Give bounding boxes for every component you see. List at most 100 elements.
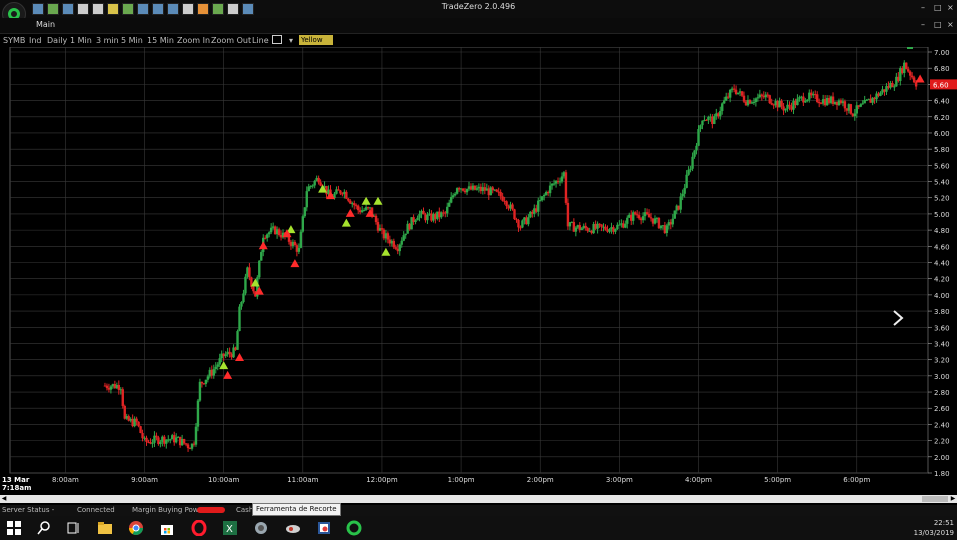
scroll-left-icon[interactable]: ◀ bbox=[0, 495, 8, 503]
y-tick-label: 3.60 bbox=[934, 324, 950, 332]
y-tick-label: 1.80 bbox=[934, 470, 950, 478]
dropdown-arrow-icon[interactable]: ▾ bbox=[289, 36, 293, 45]
connection-status: Connected bbox=[77, 506, 115, 514]
color-select[interactable]: Yellow bbox=[299, 35, 333, 45]
candle-body bbox=[584, 225, 587, 229]
candle-body bbox=[155, 435, 158, 438]
candle-body bbox=[301, 216, 305, 232]
calendar-app-icon[interactable] bbox=[316, 520, 332, 536]
scroll-thumb[interactable] bbox=[922, 496, 948, 502]
candle-body bbox=[673, 210, 676, 219]
candle-body bbox=[723, 100, 726, 104]
horizontal-scrollbar[interactable]: ◀ ▶ bbox=[0, 495, 957, 503]
candle-body bbox=[386, 233, 390, 240]
candle-body bbox=[200, 381, 204, 384]
candle-body bbox=[816, 94, 819, 102]
candle-body bbox=[216, 364, 219, 367]
price-chart[interactable]: 1.80 2.00 2.20 2.40 2.60 2.80 3.00 3.20 3.40 3.60… bbox=[0, 43, 957, 495]
indicators-button[interactable]: Ind bbox=[29, 36, 42, 45]
chevron-right-icon[interactable] bbox=[891, 309, 905, 327]
pane-minimize-button[interactable]: – bbox=[921, 20, 925, 29]
candle-body bbox=[879, 92, 882, 96]
candle-body bbox=[817, 101, 821, 104]
y-tick-label: 2.00 bbox=[934, 454, 950, 462]
y-tick-label: 6.00 bbox=[934, 130, 950, 138]
candle-body bbox=[214, 366, 217, 370]
candle-body bbox=[339, 190, 342, 194]
candle-body bbox=[299, 231, 303, 248]
candle-body bbox=[752, 102, 756, 104]
candle-body bbox=[560, 176, 564, 182]
scroll-right-icon[interactable]: ▶ bbox=[949, 495, 957, 503]
candle-body bbox=[404, 233, 407, 236]
zoom-out-button[interactable]: Zoom Out bbox=[211, 36, 251, 45]
candle-body bbox=[398, 244, 401, 252]
candle-body bbox=[248, 267, 251, 278]
app-icon[interactable] bbox=[253, 520, 269, 536]
candle-body bbox=[693, 150, 696, 157]
system-clock[interactable]: 22:51 13/03/2019 bbox=[914, 518, 954, 538]
candle-body bbox=[527, 217, 530, 225]
candle-body bbox=[137, 421, 140, 427]
windows-start-icon[interactable] bbox=[6, 520, 22, 536]
indicator-square bbox=[907, 43, 913, 49]
excel-icon[interactable]: X bbox=[222, 520, 238, 536]
candle-body bbox=[139, 426, 142, 434]
close-button[interactable]: × bbox=[947, 3, 954, 12]
y-tick-label: 2.40 bbox=[934, 421, 950, 429]
chart-svg[interactable]: 1.80 2.00 2.20 2.40 2.60 2.80 3.00 3.20 3.40 3.60… bbox=[0, 43, 957, 495]
search-icon[interactable] bbox=[36, 520, 52, 536]
chrome-icon[interactable] bbox=[128, 520, 144, 536]
fifteen-min-button[interactable]: 15 Min bbox=[147, 36, 174, 45]
opera-icon[interactable] bbox=[191, 520, 207, 536]
candle-body bbox=[426, 214, 429, 221]
candle-body bbox=[141, 433, 144, 439]
y-tick-label: 5.20 bbox=[934, 195, 950, 203]
clock-date: 13/03/2019 bbox=[913, 529, 954, 537]
candle-body bbox=[269, 227, 273, 233]
tradezero-taskbar-icon[interactable] bbox=[346, 520, 362, 536]
store-icon[interactable] bbox=[159, 520, 175, 536]
three-min-button[interactable]: 3 min bbox=[96, 36, 119, 45]
draw-tool-icon[interactable] bbox=[272, 35, 282, 44]
minimize-button[interactable]: – bbox=[921, 3, 925, 12]
y-tick-label: 5.40 bbox=[934, 179, 950, 187]
svg-text:X: X bbox=[226, 524, 233, 535]
maximize-button[interactable]: □ bbox=[934, 3, 942, 12]
candle-body bbox=[633, 212, 637, 215]
y-tick-label: 7.00 bbox=[934, 49, 950, 57]
symbol-button[interactable]: SYMB bbox=[3, 36, 25, 45]
server-status-label: Server Status - bbox=[2, 506, 55, 514]
candle-body bbox=[465, 188, 469, 193]
candle-body bbox=[719, 110, 722, 117]
candle-body bbox=[861, 103, 864, 105]
sell-marker bbox=[223, 370, 233, 379]
candle-body bbox=[303, 207, 306, 217]
candle-body bbox=[495, 189, 498, 192]
x-tick-label: 10:00am bbox=[208, 476, 239, 484]
pane-close-button[interactable]: × bbox=[947, 20, 954, 29]
x-tick-label: 2:00pm bbox=[527, 476, 554, 484]
candle-body bbox=[313, 180, 316, 186]
line-button[interactable]: Line bbox=[252, 36, 269, 45]
pane-restore-button[interactable]: □ bbox=[934, 20, 942, 29]
one-min-button[interactable]: 1 Min bbox=[70, 36, 92, 45]
menu-main[interactable]: Main bbox=[36, 20, 55, 29]
windows-taskbar: X 22:51 13/03/2019 bbox=[0, 516, 957, 540]
candle-body bbox=[707, 117, 710, 121]
task-view-icon[interactable] bbox=[66, 520, 82, 536]
candle-body bbox=[548, 185, 552, 194]
candle-body bbox=[519, 227, 522, 229]
candle-body bbox=[446, 206, 449, 214]
candle-body bbox=[228, 351, 231, 355]
zoom-in-button[interactable]: Zoom In bbox=[177, 36, 210, 45]
daily-button[interactable]: Daily bbox=[47, 36, 67, 45]
candle-body bbox=[238, 306, 241, 332]
candle-body bbox=[728, 89, 732, 98]
five-min-button[interactable]: 5 Min bbox=[121, 36, 143, 45]
y-tick-label: 6.20 bbox=[934, 114, 950, 122]
sell-marker bbox=[258, 241, 268, 250]
file-explorer-icon[interactable] bbox=[97, 520, 113, 536]
y-tick-label: 5.60 bbox=[934, 162, 950, 170]
snipping-tool-icon[interactable] bbox=[285, 520, 301, 536]
